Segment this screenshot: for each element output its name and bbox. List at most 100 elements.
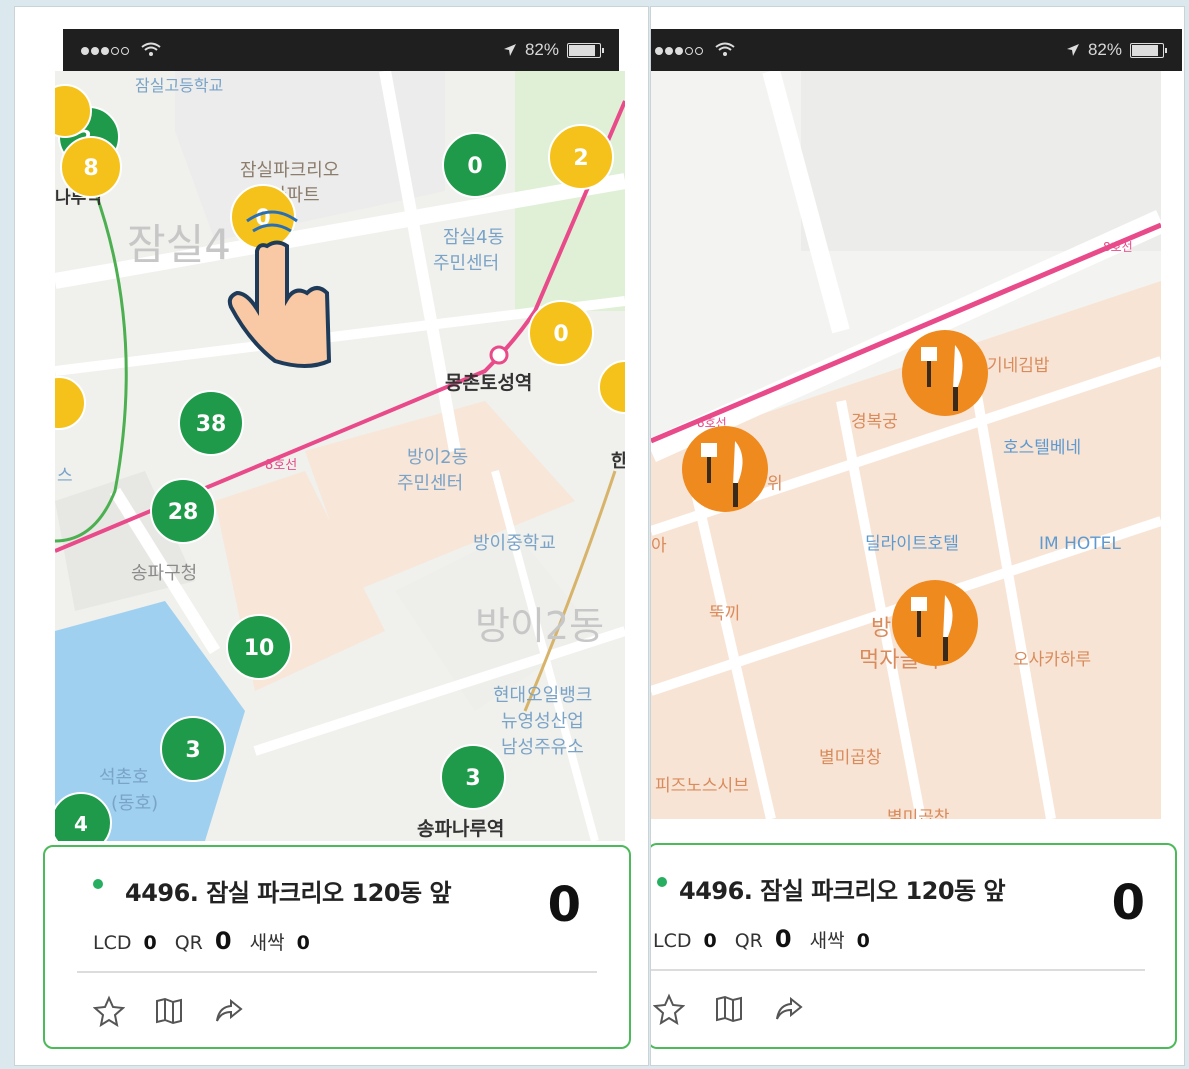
cluster-marker[interactable]: 3 bbox=[440, 744, 506, 810]
qr-value: 0 bbox=[774, 925, 792, 953]
map-label: 오사카하루 bbox=[1013, 650, 1091, 670]
station-stats: LCD 0 QR 0 새싹 0 bbox=[93, 927, 316, 955]
available-count: 0 bbox=[1111, 875, 1145, 931]
cluster-marker[interactable]: 28 bbox=[150, 478, 216, 544]
line-label: 8호선 bbox=[1103, 240, 1133, 254]
new-value: 0 bbox=[296, 932, 310, 954]
restaurant-icon[interactable] bbox=[892, 580, 978, 666]
map-label: 피즈노스시브 bbox=[655, 776, 749, 796]
status-bar: 82% bbox=[63, 29, 619, 71]
cluster-marker[interactable]: 0 bbox=[528, 300, 594, 366]
station-title: 4496. 잠실 파크리오 120동 앞 bbox=[679, 877, 1006, 905]
map-label: IM HOTEL bbox=[1039, 534, 1121, 554]
battery-percent: 82% bbox=[524, 40, 559, 59]
district-label: 방이2동 bbox=[475, 604, 604, 648]
new-label: 새싹 bbox=[809, 930, 845, 952]
map-label: 한 bbox=[611, 451, 625, 472]
map-view[interactable]: 잠실고등학교 잠실파크리오 아파트 잠실4 잠실4동 주민센터 몽촌토성역 8호… bbox=[55, 71, 625, 841]
svg-text:4: 4 bbox=[74, 812, 88, 836]
svg-text:2: 2 bbox=[573, 146, 588, 171]
map-label: 뚝끼 bbox=[709, 604, 740, 624]
map-label: 남성주유소 bbox=[501, 737, 584, 758]
status-dot bbox=[657, 877, 667, 887]
station-stats: LCD 0 QR 0 새싹 0 bbox=[653, 925, 876, 953]
new-label: 새싹 bbox=[249, 932, 285, 954]
cluster-marker[interactable]: 2 bbox=[548, 124, 614, 190]
restaurant-icon[interactable] bbox=[902, 330, 988, 416]
map-label: 별미곱창 bbox=[887, 808, 950, 819]
lcd-value: 0 bbox=[143, 932, 157, 954]
lcd-label: LCD bbox=[653, 930, 692, 952]
signal-dots-icon bbox=[81, 40, 131, 60]
cluster-marker[interactable]: 3 bbox=[160, 716, 226, 782]
svg-text:3: 3 bbox=[185, 738, 200, 763]
station-label: 몽촌토성역 bbox=[445, 372, 532, 394]
lcd-value: 0 bbox=[703, 930, 717, 952]
new-value: 0 bbox=[856, 930, 870, 952]
map-label: 딜라이트호텔 bbox=[865, 534, 959, 554]
map-label: 주민센터 bbox=[397, 473, 463, 494]
left-phone-screen: 82% 잠실고등학교 잠실파크리오 아파트 잠실4 잠실4동 주민센터 몽촌토성… bbox=[14, 6, 649, 1066]
lcd-label: LCD bbox=[93, 932, 132, 954]
qr-value: 0 bbox=[214, 927, 232, 955]
map-label: 위 bbox=[767, 474, 783, 494]
map-label: 주민센터 bbox=[433, 253, 499, 274]
map-label: 잠실파크리오 bbox=[240, 160, 339, 181]
svg-text:0: 0 bbox=[553, 322, 568, 347]
cluster-marker[interactable]: 0 bbox=[230, 184, 296, 250]
map-label: 방이중학교 bbox=[473, 533, 556, 554]
map-label: 스 bbox=[57, 466, 73, 486]
status-dot bbox=[93, 879, 103, 889]
wifi-icon bbox=[141, 42, 161, 56]
location-arrow-icon bbox=[1066, 44, 1079, 56]
map-icon[interactable] bbox=[153, 995, 185, 1027]
right-phone-screen: 82% 8호선 8호선 기네김밥 경복궁 호스텔베네 딜라이트호텔 IM HOT… bbox=[650, 6, 1185, 1066]
card-actions bbox=[652, 993, 805, 1026]
station-label: 송파나루역 bbox=[417, 818, 504, 840]
restaurant-icon[interactable] bbox=[682, 426, 768, 512]
divider bbox=[77, 971, 597, 973]
cluster-marker[interactable]: 10 bbox=[226, 614, 292, 680]
map-label: 호스텔베네 bbox=[1003, 438, 1081, 458]
map-icon[interactable] bbox=[713, 993, 745, 1025]
map-view[interactable]: 8호선 8호선 기네김밥 경복궁 호스텔베네 딜라이트호텔 IM HOTEL 뚝… bbox=[651, 71, 1161, 819]
map-label: 방이2동 bbox=[407, 447, 468, 468]
station-title: 4496. 잠실 파크리오 120동 앞 bbox=[125, 879, 452, 907]
battery-percent: 82% bbox=[1087, 40, 1122, 59]
map-label: 기네김밥 bbox=[987, 356, 1050, 376]
map-label: 현대오일뱅크 bbox=[493, 685, 592, 706]
location-arrow-icon bbox=[503, 44, 516, 56]
share-icon[interactable] bbox=[213, 995, 245, 1027]
battery-icon bbox=[567, 42, 604, 58]
star-icon[interactable] bbox=[92, 995, 126, 1028]
map-label: 방 bbox=[871, 616, 891, 641]
svg-text:3: 3 bbox=[465, 766, 480, 791]
qr-label: QR bbox=[174, 932, 203, 954]
wifi-icon bbox=[715, 42, 735, 56]
cluster-marker[interactable]: 0 bbox=[442, 132, 508, 198]
status-bar: 82% bbox=[651, 29, 1182, 71]
battery-icon bbox=[1130, 42, 1167, 58]
station-info-card[interactable]: 4496. 잠실 파크리오 120동 앞 0 LCD 0 QR 0 새싹 0 bbox=[43, 845, 631, 1049]
svg-text:10: 10 bbox=[244, 636, 275, 661]
svg-text:8: 8 bbox=[83, 156, 98, 181]
card-actions bbox=[92, 995, 245, 1028]
star-icon[interactable] bbox=[652, 993, 686, 1026]
map-label: 뉴영성산업 bbox=[501, 711, 584, 732]
district-label: 잠실4 bbox=[127, 220, 231, 269]
share-icon[interactable] bbox=[773, 993, 805, 1025]
map-label: 아 bbox=[651, 536, 667, 556]
map-label: 잠실4동 bbox=[443, 227, 504, 248]
map-label: 별미곱창 bbox=[819, 748, 882, 768]
cluster-marker[interactable]: 38 bbox=[178, 390, 244, 456]
station-info-card[interactable]: 4496. 잠실 파크리오 120동 앞 0 LCD 0 QR 0 새싹 0 bbox=[651, 843, 1177, 1049]
line-label: 8호선 bbox=[265, 458, 297, 473]
map-label: 송파구청 bbox=[131, 563, 197, 584]
map-label: 경복궁 bbox=[851, 412, 898, 432]
svg-text:38: 38 bbox=[196, 412, 227, 437]
svg-text:28: 28 bbox=[168, 500, 199, 525]
map-label: 석촌호 bbox=[99, 767, 149, 788]
qr-label: QR bbox=[734, 930, 763, 952]
cluster-marker[interactable]: 8 bbox=[60, 136, 122, 198]
map-label: (동호) bbox=[111, 793, 158, 814]
